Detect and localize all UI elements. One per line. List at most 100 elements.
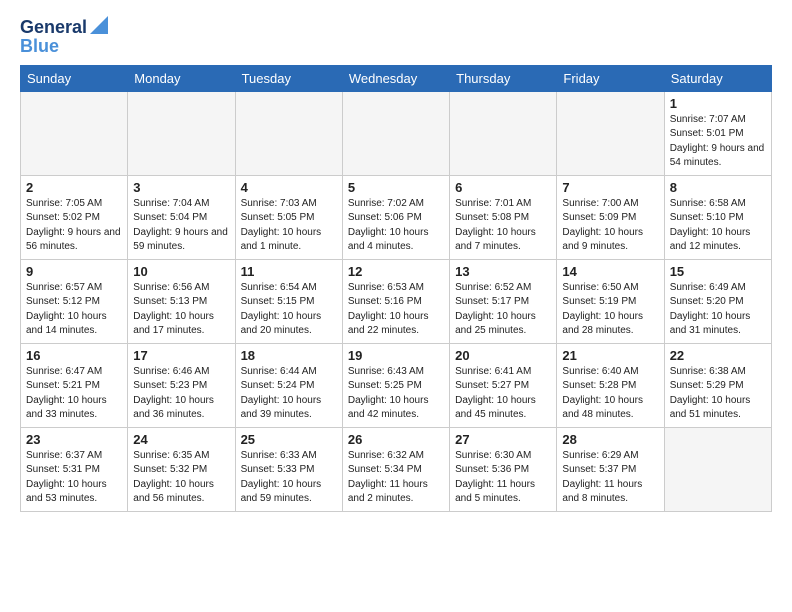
day-info: Sunrise: 6:49 AM Sunset: 5:20 PM Dayligh…: [670, 281, 766, 339]
day-number: 21: [562, 348, 658, 363]
calendar-cell: 27 Sunrise: 6:30 AM Sunset: 5:36 PM Dayli…: [450, 427, 557, 511]
calendar-cell: 13 Sunrise: 6:52 AM Sunset: 5:17 PM Dayli…: [450, 259, 557, 343]
day-number: 5: [348, 180, 444, 195]
day-number: 6: [455, 180, 551, 195]
weekday-header-thursday: Thursday: [450, 65, 557, 91]
day-number: 19: [348, 348, 444, 363]
weekday-header-row: SundayMondayTuesdayWednesdayThursdayFrid…: [21, 65, 772, 91]
week-row-4: 16 Sunrise: 6:47 AM Sunset: 5:21 PM Dayli…: [21, 343, 772, 427]
logo: General Blue: [20, 16, 108, 57]
day-number: 12: [348, 264, 444, 279]
day-info: Sunrise: 6:41 AM Sunset: 5:27 PM Dayligh…: [455, 365, 551, 423]
calendar-cell: 6 Sunrise: 7:01 AM Sunset: 5:08 PM Daylig…: [450, 175, 557, 259]
calendar-cell: 8 Sunrise: 6:58 AM Sunset: 5:10 PM Daylig…: [664, 175, 771, 259]
day-info: Sunrise: 6:58 AM Sunset: 5:10 PM Dayligh…: [670, 197, 766, 255]
calendar-cell: 18 Sunrise: 6:44 AM Sunset: 5:24 PM Dayli…: [235, 343, 342, 427]
day-info: Sunrise: 7:01 AM Sunset: 5:08 PM Dayligh…: [455, 197, 551, 255]
calendar-cell: [342, 91, 449, 175]
day-number: 18: [241, 348, 337, 363]
calendar-cell: 15 Sunrise: 6:49 AM Sunset: 5:20 PM Dayli…: [664, 259, 771, 343]
calendar-cell: 3 Sunrise: 7:04 AM Sunset: 5:04 PM Daylig…: [128, 175, 235, 259]
weekday-header-wednesday: Wednesday: [342, 65, 449, 91]
calendar-cell: [557, 91, 664, 175]
day-info: Sunrise: 7:00 AM Sunset: 5:09 PM Dayligh…: [562, 197, 658, 255]
logo-text-blue: Blue: [20, 37, 59, 57]
day-number: 4: [241, 180, 337, 195]
day-number: 24: [133, 432, 229, 447]
day-number: 25: [241, 432, 337, 447]
calendar-cell: [235, 91, 342, 175]
logo-text-general: General: [20, 18, 87, 38]
day-info: Sunrise: 7:02 AM Sunset: 5:06 PM Dayligh…: [348, 197, 444, 255]
day-info: Sunrise: 6:50 AM Sunset: 5:19 PM Dayligh…: [562, 281, 658, 339]
calendar-cell: 16 Sunrise: 6:47 AM Sunset: 5:21 PM Dayli…: [21, 343, 128, 427]
day-number: 9: [26, 264, 122, 279]
day-number: 14: [562, 264, 658, 279]
day-info: Sunrise: 7:05 AM Sunset: 5:02 PM Dayligh…: [26, 197, 122, 255]
day-number: 15: [670, 264, 766, 279]
week-row-5: 23 Sunrise: 6:37 AM Sunset: 5:31 PM Dayli…: [21, 427, 772, 511]
day-number: 13: [455, 264, 551, 279]
weekday-header-sunday: Sunday: [21, 65, 128, 91]
calendar-cell: 26 Sunrise: 6:32 AM Sunset: 5:34 PM Dayli…: [342, 427, 449, 511]
day-info: Sunrise: 6:38 AM Sunset: 5:29 PM Dayligh…: [670, 365, 766, 423]
day-number: 7: [562, 180, 658, 195]
calendar-cell: 20 Sunrise: 6:41 AM Sunset: 5:27 PM Dayli…: [450, 343, 557, 427]
day-info: Sunrise: 6:53 AM Sunset: 5:16 PM Dayligh…: [348, 281, 444, 339]
day-info: Sunrise: 6:43 AM Sunset: 5:25 PM Dayligh…: [348, 365, 444, 423]
calendar-page: General Blue SundayMondayTuesdayWednesda…: [0, 0, 792, 528]
logo-triangle-icon: [90, 16, 108, 34]
day-number: 20: [455, 348, 551, 363]
calendar-cell: 9 Sunrise: 6:57 AM Sunset: 5:12 PM Daylig…: [21, 259, 128, 343]
day-info: Sunrise: 7:07 AM Sunset: 5:01 PM Dayligh…: [670, 113, 766, 171]
day-info: Sunrise: 6:35 AM Sunset: 5:32 PM Dayligh…: [133, 449, 229, 507]
day-info: Sunrise: 6:29 AM Sunset: 5:37 PM Dayligh…: [562, 449, 658, 507]
calendar-cell: 23 Sunrise: 6:37 AM Sunset: 5:31 PM Dayli…: [21, 427, 128, 511]
week-row-1: 1Sunrise: 7:07 AM Sunset: 5:01 PM Daylig…: [21, 91, 772, 175]
day-info: Sunrise: 6:56 AM Sunset: 5:13 PM Dayligh…: [133, 281, 229, 339]
calendar-cell: 5 Sunrise: 7:02 AM Sunset: 5:06 PM Daylig…: [342, 175, 449, 259]
day-info: Sunrise: 6:37 AM Sunset: 5:31 PM Dayligh…: [26, 449, 122, 507]
day-number: 3: [133, 180, 229, 195]
day-info: Sunrise: 6:52 AM Sunset: 5:17 PM Dayligh…: [455, 281, 551, 339]
day-info: Sunrise: 6:54 AM Sunset: 5:15 PM Dayligh…: [241, 281, 337, 339]
day-info: Sunrise: 6:30 AM Sunset: 5:36 PM Dayligh…: [455, 449, 551, 507]
calendar-cell: 22 Sunrise: 6:38 AM Sunset: 5:29 PM Dayli…: [664, 343, 771, 427]
week-row-2: 2Sunrise: 7:05 AM Sunset: 5:02 PM Daylig…: [21, 175, 772, 259]
calendar-cell: 19 Sunrise: 6:43 AM Sunset: 5:25 PM Dayli…: [342, 343, 449, 427]
day-info: Sunrise: 7:04 AM Sunset: 5:04 PM Dayligh…: [133, 197, 229, 255]
day-info: Sunrise: 6:46 AM Sunset: 5:23 PM Dayligh…: [133, 365, 229, 423]
calendar-cell: [664, 427, 771, 511]
day-info: Sunrise: 6:47 AM Sunset: 5:21 PM Dayligh…: [26, 365, 122, 423]
calendar-cell: 1Sunrise: 7:07 AM Sunset: 5:01 PM Daylig…: [664, 91, 771, 175]
calendar-cell: 17 Sunrise: 6:46 AM Sunset: 5:23 PM Dayli…: [128, 343, 235, 427]
weekday-header-friday: Friday: [557, 65, 664, 91]
calendar-cell: 14 Sunrise: 6:50 AM Sunset: 5:19 PM Dayli…: [557, 259, 664, 343]
day-number: 16: [26, 348, 122, 363]
calendar-table: SundayMondayTuesdayWednesdayThursdayFrid…: [20, 65, 772, 512]
calendar-cell: 2Sunrise: 7:05 AM Sunset: 5:02 PM Daylig…: [21, 175, 128, 259]
calendar-cell: 4Sunrise: 7:03 AM Sunset: 5:05 PM Daylig…: [235, 175, 342, 259]
day-number: 17: [133, 348, 229, 363]
day-number: 22: [670, 348, 766, 363]
calendar-cell: 12 Sunrise: 6:53 AM Sunset: 5:16 PM Dayli…: [342, 259, 449, 343]
day-number: 28: [562, 432, 658, 447]
day-number: 23: [26, 432, 122, 447]
day-number: 8: [670, 180, 766, 195]
day-info: Sunrise: 6:33 AM Sunset: 5:33 PM Dayligh…: [241, 449, 337, 507]
calendar-cell: 21 Sunrise: 6:40 AM Sunset: 5:28 PM Dayli…: [557, 343, 664, 427]
calendar-cell: 28 Sunrise: 6:29 AM Sunset: 5:37 PM Dayli…: [557, 427, 664, 511]
day-number: 26: [348, 432, 444, 447]
day-info: Sunrise: 6:40 AM Sunset: 5:28 PM Dayligh…: [562, 365, 658, 423]
day-info: Sunrise: 6:57 AM Sunset: 5:12 PM Dayligh…: [26, 281, 122, 339]
calendar-cell: 11Sunrise: 6:54 AM Sunset: 5:15 PM Dayli…: [235, 259, 342, 343]
day-number: 10: [133, 264, 229, 279]
day-number: 27: [455, 432, 551, 447]
calendar-cell: 24 Sunrise: 6:35 AM Sunset: 5:32 PM Dayli…: [128, 427, 235, 511]
weekday-header-monday: Monday: [128, 65, 235, 91]
weekday-header-tuesday: Tuesday: [235, 65, 342, 91]
day-info: Sunrise: 6:32 AM Sunset: 5:34 PM Dayligh…: [348, 449, 444, 507]
calendar-cell: [128, 91, 235, 175]
day-info: Sunrise: 6:44 AM Sunset: 5:24 PM Dayligh…: [241, 365, 337, 423]
week-row-3: 9 Sunrise: 6:57 AM Sunset: 5:12 PM Daylig…: [21, 259, 772, 343]
